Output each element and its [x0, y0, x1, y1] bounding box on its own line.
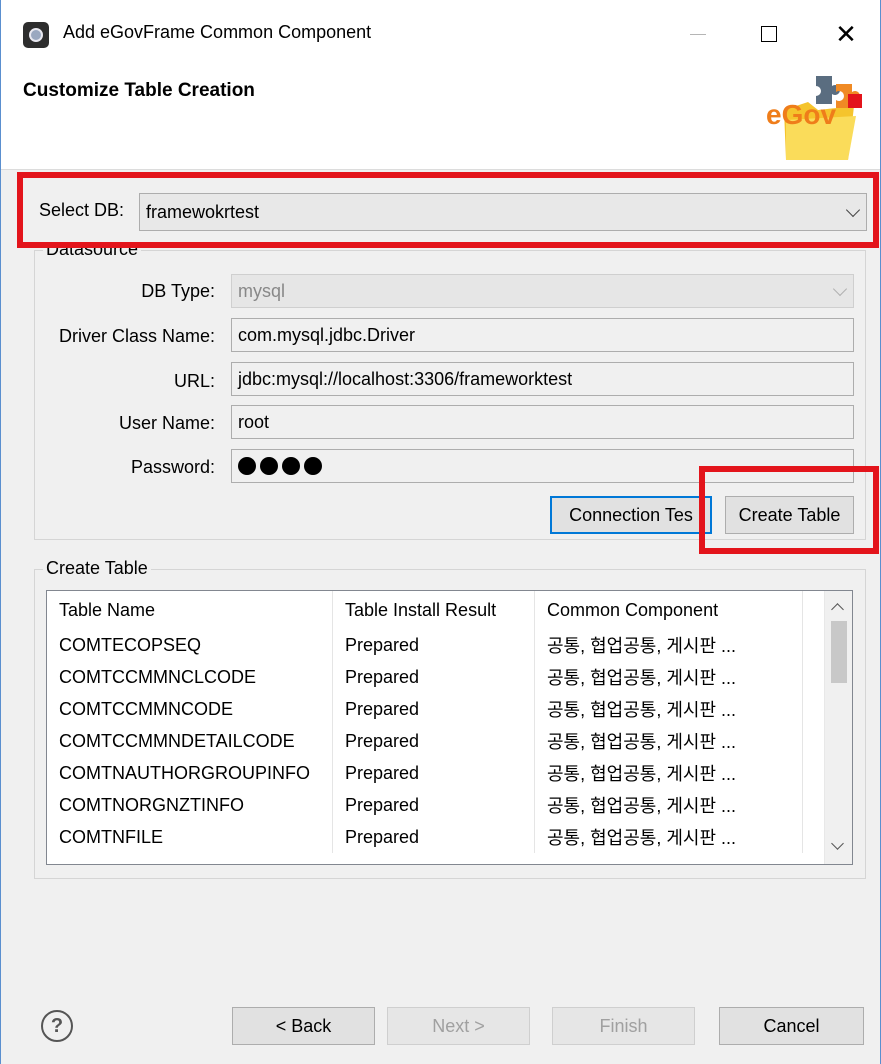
help-icon[interactable]: ? [41, 1010, 73, 1042]
cell-common-component: 공통, 협업공통, 게시판 ... [535, 821, 803, 853]
chevron-down-icon [832, 281, 848, 297]
url-value: jdbc:mysql://localhost:3306/frameworktes… [238, 368, 573, 389]
cell-install-result: Prepared [333, 789, 535, 821]
user-name-value: root [238, 411, 270, 432]
cell-common-component: 공통, 협업공통, 게시판 ... [535, 661, 803, 693]
cell-install-result: Prepared [333, 725, 535, 757]
driver-class-field[interactable]: com.mysql.jdbc.Driver [231, 318, 854, 352]
url-field[interactable]: jdbc:mysql://localhost:3306/frameworktes… [231, 362, 854, 396]
password-label: Password: [130, 457, 215, 477]
cell-table-name: COMTNAUTHORGROUPINFO [47, 757, 333, 789]
db-type-value: mysql [238, 280, 286, 301]
minimize-button[interactable] [675, 14, 721, 54]
column-header-filler [803, 591, 825, 629]
table-row[interactable]: COMTCCMMNCLCODE Prepared 공통, 협업공통, 게시판 .… [47, 661, 825, 693]
cell-install-result: Prepared [333, 821, 535, 853]
wizard-header: Customize Table Creation eGov [1, 64, 880, 170]
connection-test-button[interactable]: Connection Tes [550, 496, 712, 534]
eclipse-app-icon [23, 22, 49, 48]
tables-list[interactable]: Table Name Table Install Result Common C… [46, 590, 853, 865]
window-title: Add eGovFrame Common Component [63, 22, 372, 42]
title-bar: Add eGovFrame Common Component ✕ [1, 0, 880, 64]
db-type-combo[interactable]: mysql [231, 274, 854, 308]
close-button[interactable]: ✕ [823, 14, 869, 54]
cell-common-component: 공통, 협업공통, 게시판 ... [535, 629, 803, 661]
column-header-install-result[interactable]: Table Install Result [333, 591, 535, 629]
url-label: URL: [173, 371, 215, 391]
page-title: Customize Table Creation [23, 80, 255, 101]
password-dot [260, 457, 278, 475]
dialog-window: Add eGovFrame Common Component ✕ Customi… [0, 0, 881, 1064]
column-header-common-component[interactable]: Common Component [535, 591, 803, 629]
cell-table-name: COMTNFILE [47, 821, 333, 853]
cell-table-name: COMTECOPSEQ [47, 629, 333, 661]
cell-table-name: COMTCCMMNCLCODE [47, 661, 333, 693]
cell-common-component: 공통, 협업공통, 게시판 ... [535, 789, 803, 821]
user-name-label: User Name: [118, 413, 215, 433]
highlight-select-db [17, 172, 879, 248]
table-row[interactable]: COMTNAUTHORGROUPINFO Prepared 공통, 협업공통, … [47, 757, 825, 789]
table-header: Table Name Table Install Result Common C… [47, 591, 825, 629]
table-row[interactable]: COMTCCMMNCODE Prepared 공통, 협업공통, 게시판 ... [47, 693, 825, 725]
cell-common-component: 공통, 협업공통, 게시판 ... [535, 693, 803, 725]
table-row[interactable]: COMTNORGNZTINFO Prepared 공통, 협업공통, 게시판 .… [47, 789, 825, 821]
password-dot [238, 457, 256, 475]
maximize-button[interactable] [746, 14, 792, 54]
scroll-down-icon[interactable] [831, 837, 844, 850]
table-row[interactable]: COMTNFILE Prepared 공통, 협업공통, 게시판 ... [47, 821, 825, 853]
back-button[interactable]: < Back [232, 1007, 375, 1045]
password-mask [238, 457, 322, 475]
cell-install-result: Prepared [333, 661, 535, 693]
cell-common-component: 공통, 협업공통, 게시판 ... [535, 725, 803, 757]
create-table-group-label: Create Table [43, 558, 151, 579]
cell-common-component: 공통, 협업공통, 게시판 ... [535, 757, 803, 789]
highlight-create-table [699, 466, 879, 554]
db-type-label: DB Type: [141, 281, 215, 301]
table-body: COMTECOPSEQ Prepared 공통, 협업공통, 게시판 ... C… [47, 629, 825, 853]
cell-install-result: Prepared [333, 693, 535, 725]
finish-button[interactable]: Finish [552, 1007, 695, 1045]
next-button[interactable]: Next > [387, 1007, 530, 1045]
driver-class-value: com.mysql.jdbc.Driver [238, 324, 416, 345]
cell-table-name: COMTNORGNZTINFO [47, 789, 333, 821]
cell-install-result: Prepared [333, 629, 535, 661]
user-name-field[interactable]: root [231, 405, 854, 439]
scroll-thumb[interactable] [831, 621, 847, 683]
password-dot [304, 457, 322, 475]
table-row[interactable]: COMTECOPSEQ Prepared 공통, 협업공통, 게시판 ... [47, 629, 825, 661]
cancel-button[interactable]: Cancel [719, 1007, 864, 1045]
cell-table-name: COMTCCMMNCODE [47, 693, 333, 725]
egov-logo-icon: eGov [766, 76, 862, 160]
driver-class-label: Driver Class Name: [58, 326, 215, 346]
table-scrollbar[interactable] [824, 591, 852, 864]
logo-text: eGov [766, 99, 836, 130]
scroll-up-icon[interactable] [831, 603, 844, 616]
table-row[interactable]: COMTCCMMNDETAILCODE Prepared 공통, 협업공통, 게… [47, 725, 825, 757]
password-dot [282, 457, 300, 475]
cell-table-name: COMTCCMMNDETAILCODE [47, 725, 333, 757]
cell-install-result: Prepared [333, 757, 535, 789]
column-header-table-name[interactable]: Table Name [47, 591, 333, 629]
